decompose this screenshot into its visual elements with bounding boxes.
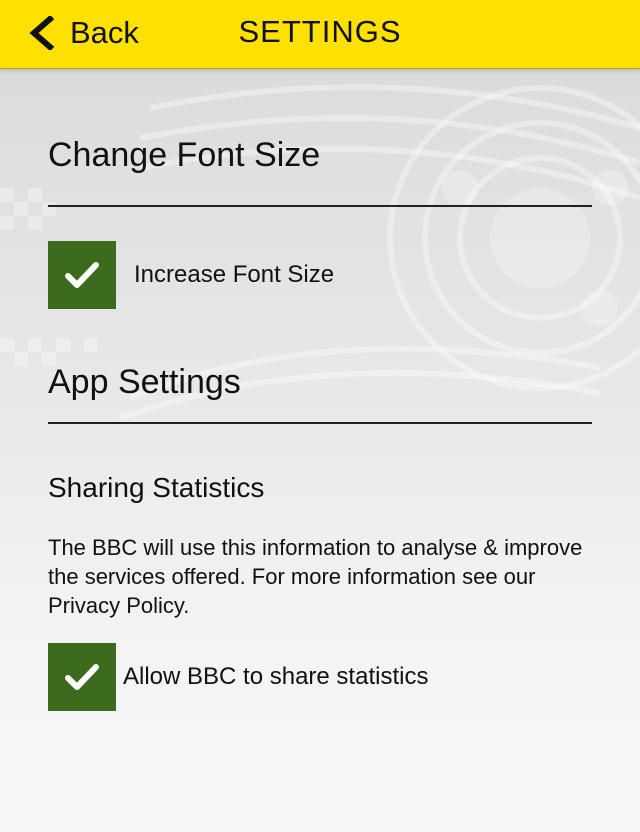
settings-content: Change Font Size Increase Font Size App … <box>0 0 640 832</box>
section-divider <box>48 205 592 207</box>
font-size-section-title: Change Font Size <box>48 136 321 174</box>
increase-font-size-checkbox[interactable] <box>48 241 116 309</box>
section-divider <box>48 422 592 424</box>
sharing-statistics-title: Sharing Statistics <box>48 472 265 503</box>
checkmark-icon <box>65 262 99 288</box>
allow-share-statistics-label: Allow BBC to share statistics <box>123 663 429 690</box>
checkmark-icon <box>65 664 99 690</box>
top-navigation-bar: Back SETTINGS <box>0 0 640 69</box>
sharing-statistics-description: The BBC will use this information to ana… <box>48 535 583 618</box>
app-settings-section-title: App Settings <box>48 363 241 401</box>
increase-font-size-label: Increase Font Size <box>134 261 335 288</box>
page-title: SETTINGS <box>238 14 402 49</box>
allow-share-statistics-checkbox[interactable] <box>48 643 116 711</box>
